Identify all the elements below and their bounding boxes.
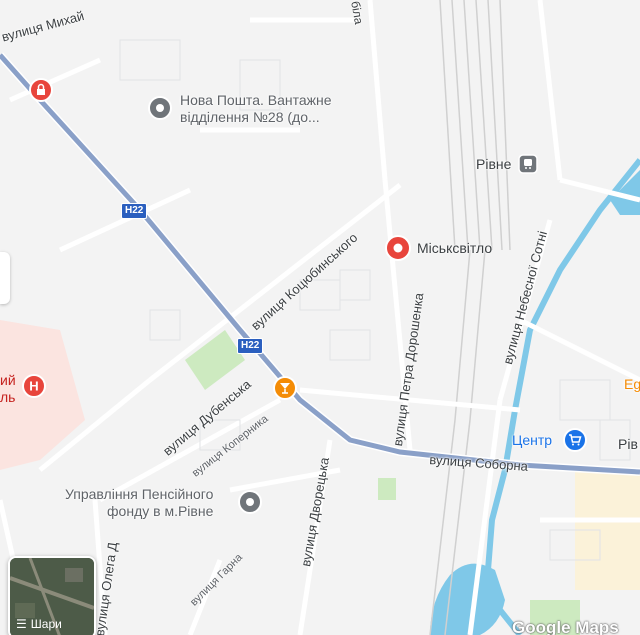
cocktail-icon [273, 376, 297, 400]
map-view[interactable]: вулиця Михай біла вулиця Коцюбинського в… [0, 0, 640, 635]
hospital-icon: H [22, 374, 46, 398]
nova-poshta-marker[interactable] [148, 96, 172, 125]
train-icon [518, 154, 538, 174]
layers-label: Шари [30, 617, 62, 631]
poi-label-nova-poshta[interactable]: Нова Пошта. Вантажне відділення №28 (до.… [180, 92, 332, 126]
poi-label-rivne-station[interactable]: Рівне [476, 156, 511, 173]
hospital-marker[interactable]: H [22, 374, 46, 403]
poi-label-miskysvitlo[interactable]: Міськсвітло [417, 240, 492, 256]
bar-marker[interactable] [273, 376, 297, 405]
shopping-marker[interactable] [563, 428, 587, 457]
railway [429, 0, 511, 635]
poi-label-hospital-line1: ий [0, 372, 16, 388]
route-shield-h22: H22 [237, 338, 264, 354]
park-small [378, 478, 396, 500]
place-icon [148, 96, 172, 120]
miskysvitlo-marker[interactable] [384, 234, 412, 267]
route-shield-h22: H22 [121, 203, 148, 219]
google-maps-logo: Google Maps [512, 618, 619, 635]
map-pin-icon [385, 235, 411, 261]
lock-poi-marker[interactable] [29, 78, 53, 107]
lake [430, 563, 505, 635]
svg-text:H: H [29, 379, 38, 394]
shopping-cart-icon [563, 428, 587, 452]
pension-fund-marker[interactable] [238, 490, 262, 519]
park-area [185, 330, 245, 390]
poi-label-pension-fund[interactable]: Управління Пенсійного фонду в м.Рівне [65, 486, 213, 520]
layers-icon: ☰ [16, 617, 27, 631]
poi-label-eg-fragment: Eg [624, 376, 640, 392]
train-station-marker[interactable] [518, 154, 538, 179]
place-icon [238, 490, 262, 514]
poi-label-hospital-line2: ль [0, 389, 16, 405]
layers-button[interactable]: ☰ Шари [8, 556, 96, 635]
poi-label-right-fragment: Рів [618, 436, 638, 452]
lock-icon [29, 78, 53, 102]
side-panel-toggle[interactable] [0, 252, 10, 304]
poi-label-tsentr[interactable]: Центр [512, 432, 552, 448]
